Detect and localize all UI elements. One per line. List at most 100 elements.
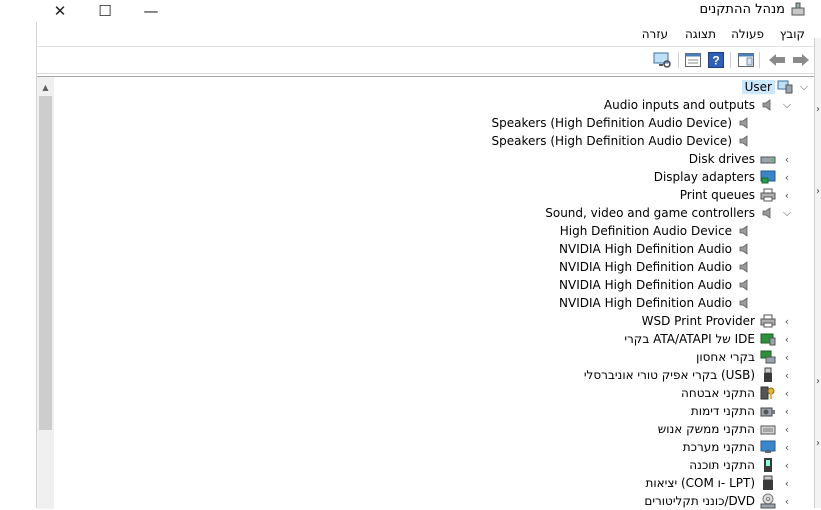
tree-category-label: Print queues: [679, 188, 755, 202]
tree-category-label: התקני תוכנה: [689, 458, 755, 472]
menu-action[interactable]: פעולה: [731, 27, 764, 41]
tree-category[interactable]: התקני אבטחה ‹: [678, 384, 794, 402]
tree-category[interactable]: התקני תוכנה ‹: [686, 456, 794, 474]
security-key-icon: [760, 385, 776, 401]
tree-device-label: NVIDIA High Definition Audio: [559, 296, 732, 310]
chevron-left-icon[interactable]: ‹: [780, 369, 794, 382]
speaker-icon: [760, 205, 776, 221]
tree-category[interactable]: כונני תקליטורים/DVD ‹: [641, 492, 794, 510]
software-device-icon: [760, 457, 776, 473]
tree-device[interactable]: Speakers (High Definition Audio Device): [488, 114, 753, 132]
computer-icon: [777, 79, 793, 95]
help-button[interactable]: ?: [707, 51, 725, 69]
dvd-drive-icon: [760, 493, 776, 509]
device-manager-icon: [791, 2, 805, 16]
system-device-icon: [760, 439, 776, 455]
tree-device[interactable]: High Definition Audio Device: [557, 222, 753, 240]
tree-category[interactable]: WSD Print Provider ‹: [639, 312, 794, 330]
tree-category[interactable]: Print queues ‹: [677, 186, 794, 204]
properties-icon: [685, 53, 701, 67]
tree-category[interactable]: Display adapters ‹: [651, 168, 794, 186]
tree-device[interactable]: NVIDIA High Definition Audio: [556, 258, 753, 276]
tree-device-label: High Definition Audio Device: [559, 224, 732, 238]
chevron-left-icon[interactable]: ‹: [780, 351, 794, 364]
minimize-button[interactable]: —: [128, 0, 174, 22]
svg-text:?: ?: [712, 54, 719, 68]
tree-category[interactable]: יציאות (COM ו- LPT) ‹: [642, 474, 794, 492]
chevron-left-icon[interactable]: ‹: [780, 153, 794, 166]
speaker-icon: [737, 295, 753, 311]
tree-category[interactable]: התקני דימות ‹: [688, 402, 794, 420]
usb-icon: [760, 367, 776, 383]
tree-category-label: Disk drives: [688, 152, 755, 166]
chevron-left-icon[interactable]: ‹: [780, 495, 794, 508]
scroll-thumb[interactable]: [39, 96, 52, 430]
tree-device-label: NVIDIA High Definition Audio: [559, 278, 732, 292]
properties-button[interactable]: [684, 51, 702, 69]
tree-category[interactable]: בקרי ATA/ATAPI של IDE ‹: [621, 330, 794, 348]
speaker-icon: [737, 241, 753, 257]
scan-hardware-button[interactable]: [653, 51, 671, 69]
chevron-left-icon[interactable]: ‹: [780, 171, 794, 184]
chevron-left-icon[interactable]: ‹: [780, 423, 794, 436]
chevron-left-icon[interactable]: ‹: [780, 405, 794, 418]
tree-category[interactable]: בקרי אחסון ‹: [693, 348, 794, 366]
display-adapter-icon: [760, 169, 776, 185]
tree-category[interactable]: Disk drives ‹: [686, 150, 794, 168]
device-tree[interactable]: ▲ User ⌵ Audio inputs and outputs ⌵ Speakers…: [37, 76, 814, 509]
menu-bar: קובץ פעולה תצוגה עזרה: [0, 24, 821, 44]
disk-drive-icon: [760, 151, 776, 167]
tree-device[interactable]: NVIDIA High Definition Audio: [556, 294, 753, 312]
close-icon: ✕: [53, 2, 67, 20]
close-button[interactable]: ✕: [37, 0, 83, 22]
tree-category-label: Display adapters: [653, 170, 755, 184]
forward-button[interactable]: [792, 51, 810, 69]
chevron-left-icon[interactable]: ‹: [780, 315, 794, 328]
chevron-down-icon[interactable]: ⌵: [797, 80, 811, 94]
tree-category-label: יציאות (COM ו- LPT): [645, 476, 755, 490]
tree-device-label: NVIDIA High Definition Audio: [559, 260, 732, 274]
tree-category-label: בקרי אפיק טורי אוניברסלי (USB): [583, 368, 755, 382]
chevron-down-icon[interactable]: ⌵: [780, 206, 794, 220]
background-window-glyph: ›: [816, 104, 820, 115]
tree-category-label: בקרי אחסון: [696, 350, 755, 364]
chevron-down-icon[interactable]: ⌵: [780, 98, 794, 112]
tree-device[interactable]: NVIDIA High Definition Audio: [556, 276, 753, 294]
tree-category[interactable]: Sound, video and game controllers ⌵: [542, 204, 794, 222]
scroll-up-button[interactable]: ▲: [37, 80, 54, 94]
tree-device[interactable]: NVIDIA High Definition Audio: [556, 240, 753, 258]
tree-category-label: התקני אבטחה: [681, 386, 755, 400]
chevron-left-icon[interactable]: ‹: [780, 441, 794, 454]
menu-view[interactable]: תצוגה: [685, 27, 716, 41]
tree-category[interactable]: Audio inputs and outputs ⌵: [601, 96, 794, 114]
menu-help[interactable]: עזרה: [642, 27, 668, 41]
toolbar-separator: [730, 52, 731, 68]
speaker-icon: [737, 223, 753, 239]
speaker-icon: [760, 97, 776, 113]
chevron-left-icon[interactable]: ‹: [780, 459, 794, 472]
window-title: מנהל ההתקנים: [699, 2, 785, 17]
tree-category[interactable]: התקני ממשק אנוש ‹: [655, 420, 794, 438]
tree-category-label: Sound, video and game controllers: [545, 206, 755, 220]
tree-root-label: User: [741, 80, 775, 94]
maximize-icon: ☐: [98, 2, 112, 20]
tree-device-label: Speakers (High Definition Audio Device): [491, 134, 732, 148]
maximize-button[interactable]: ☐: [82, 0, 128, 22]
tree-category[interactable]: בקרי אפיק טורי אוניברסלי (USB) ‹: [581, 366, 794, 384]
chevron-left-icon[interactable]: ‹: [780, 189, 794, 202]
tree-device-label: Speakers (High Definition Audio Device): [491, 116, 732, 130]
chevron-left-icon[interactable]: ‹: [780, 387, 794, 400]
show-hide-tree-button[interactable]: [737, 51, 755, 69]
hid-icon: [760, 421, 776, 437]
vertical-scrollbar[interactable]: ▲: [37, 77, 54, 509]
tree-root[interactable]: User ⌵: [741, 78, 811, 96]
menu-file[interactable]: קובץ: [780, 27, 805, 41]
chevron-left-icon[interactable]: ‹: [780, 477, 794, 490]
chevron-left-icon[interactable]: ‹: [780, 333, 794, 346]
tree-category[interactable]: התקני מערכת ‹: [680, 438, 794, 456]
tree-category-label: התקני מערכת: [682, 440, 755, 454]
speaker-icon: [737, 133, 753, 149]
back-button[interactable]: [768, 51, 786, 69]
minimize-icon: —: [143, 2, 159, 20]
tree-device[interactable]: Speakers (High Definition Audio Device): [488, 132, 753, 150]
